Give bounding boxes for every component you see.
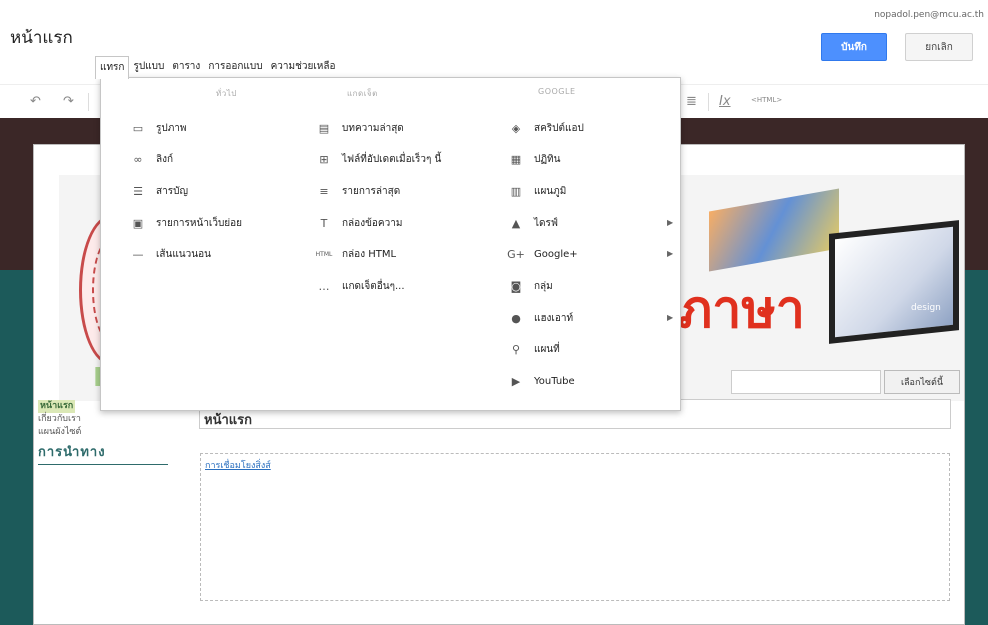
insert-map[interactable]: ⚲ แผนที่ [507,340,560,358]
insert-groups[interactable]: ◙ กลุ่ม [507,277,553,295]
insert-apps-script[interactable]: ◈ สคริปต์แอป [507,119,584,137]
hangouts-submenu-arrow-icon: ▶ [667,313,674,322]
youtube-icon: ▶ [511,374,521,388]
toolbar-divider [708,93,709,111]
menu-help[interactable]: ความช่วยเหลือ [267,56,340,78]
column-header-google: GOOGLE [538,87,576,96]
insert-table-of-contents[interactable]: ☰ สารบัญ [129,182,188,200]
insert-horizontal-line[interactable]: — เส้นแนวนอน [129,245,211,263]
sidebar-item-home[interactable]: หน้าแรก [38,400,76,413]
insert-image[interactable]: ▭ รูปภาพ [129,119,187,137]
insert-recent-posts[interactable]: ▤ บทความล่าสุด [315,119,404,137]
user-email[interactable]: nopadol.pen@mcu.ac.th [874,10,984,20]
recent-posts-icon: ▤ [318,121,330,135]
recent-files-icon: ⊞ [319,152,329,166]
page-title: หน้าแรก [10,28,73,48]
insert-more-gadgets[interactable]: … แกดเจ็ตอื่นๆ... [315,277,405,295]
link-icon: ∞ [133,152,143,166]
map-icon: ⚲ [511,342,521,356]
insert-subpage-listing[interactable]: ▣ รายการหน้าเว็บย่อย [129,214,242,232]
table-of-contents-icon: ☰ [133,184,143,198]
undo-icon[interactable]: ↶ [30,94,41,109]
sidebar-item-about[interactable]: เกี่ยวกับเรา [38,413,168,426]
site-search-button[interactable]: เลือกไซต์นี้ [884,370,960,394]
insert-text-box[interactable]: T กล่องข้อความ [315,214,403,232]
cancel-button[interactable]: ยกเลิก [905,33,973,61]
drive-submenu-arrow-icon: ▶ [667,218,674,227]
content-link[interactable]: การเชื่อมโยงสิ่งส์ [205,458,271,472]
insert-chart[interactable]: ▥ แผนภูมิ [507,182,567,200]
menu-layout[interactable]: การออกแบบ [204,56,266,78]
subpage-listing-icon: ▣ [132,216,144,230]
insert-google-plus[interactable]: G+ Google+ [507,245,578,263]
html-box-icon: HTML [315,250,333,258]
image-icon: ▭ [132,121,144,135]
clear-formatting-icon[interactable]: Ix [719,94,731,109]
page-heading: หน้าแรก [204,413,252,428]
google-plus-icon: G+ [507,247,525,261]
save-button[interactable]: บันทึก [821,33,887,61]
menu-format[interactable]: รูปแบบ [129,56,168,78]
insert-youtube[interactable]: ▶ YouTube [507,372,575,390]
insert-calendar[interactable]: ▦ ปฏิทิน [507,150,561,168]
site-search-input[interactable] [731,370,881,394]
recent-list-icon: ≡ [319,184,329,198]
text-box-icon: T [320,216,328,230]
insert-drive[interactable]: ▲ ไดรฟ์ [507,214,558,232]
monitor-graphic [829,220,959,344]
design-label: design [911,303,941,313]
more-gadgets-icon: … [318,279,330,293]
banner-text: ภาษา [678,280,805,340]
insert-menu-dropdown: ทั่วไป แกดเจ็ต GOOGLE ▭ รูปภาพ ∞ ลิงก์ ☰ สา… [100,77,681,411]
insert-recent-files[interactable]: ⊞ ไฟล์ที่อัปเดตเมื่อเร็วๆ นี้ [315,150,441,168]
content-area[interactable]: การเชื่อมโยงสิ่งส์ [200,453,950,601]
insert-html-box[interactable]: HTML กล่อง HTML [315,245,396,263]
google-plus-submenu-arrow-icon: ▶ [667,249,674,258]
navigation-title: การนำทาง [38,441,168,465]
menu-insert[interactable]: แทรก [95,55,130,79]
drive-icon: ▲ [511,216,521,230]
apps-script-icon: ◈ [511,121,521,135]
groups-icon: ◙ [510,279,522,293]
sidebar-item-sitemap[interactable]: แผนผังไซต์ [38,426,168,439]
insert-recent-list[interactable]: ≡ รายการล่าสุด [315,182,400,200]
redo-icon[interactable]: ↷ [63,94,74,109]
banner-graphic [709,188,839,272]
column-header-general: ทั่วไป [216,89,237,98]
editor-menubar: แทรก รูปแบบ ตาราง การออกแบบ ความช่วยเหลื… [95,55,340,79]
toolbar-divider [88,93,89,111]
insert-link[interactable]: ∞ ลิงก์ [129,150,173,168]
chart-icon: ▥ [510,184,522,198]
column-header-gadgets: แกดเจ็ต [347,89,378,98]
insert-hangouts[interactable]: ● แฮงเอาท์ [507,309,573,327]
horizontal-line-icon: — [132,247,144,261]
hangouts-icon: ● [511,311,521,325]
html-button[interactable]: <HTML> [751,96,782,104]
menu-table[interactable]: ตาราง [168,56,204,78]
align-justify-icon[interactable]: ≣ [686,94,697,109]
calendar-icon: ▦ [510,152,522,166]
